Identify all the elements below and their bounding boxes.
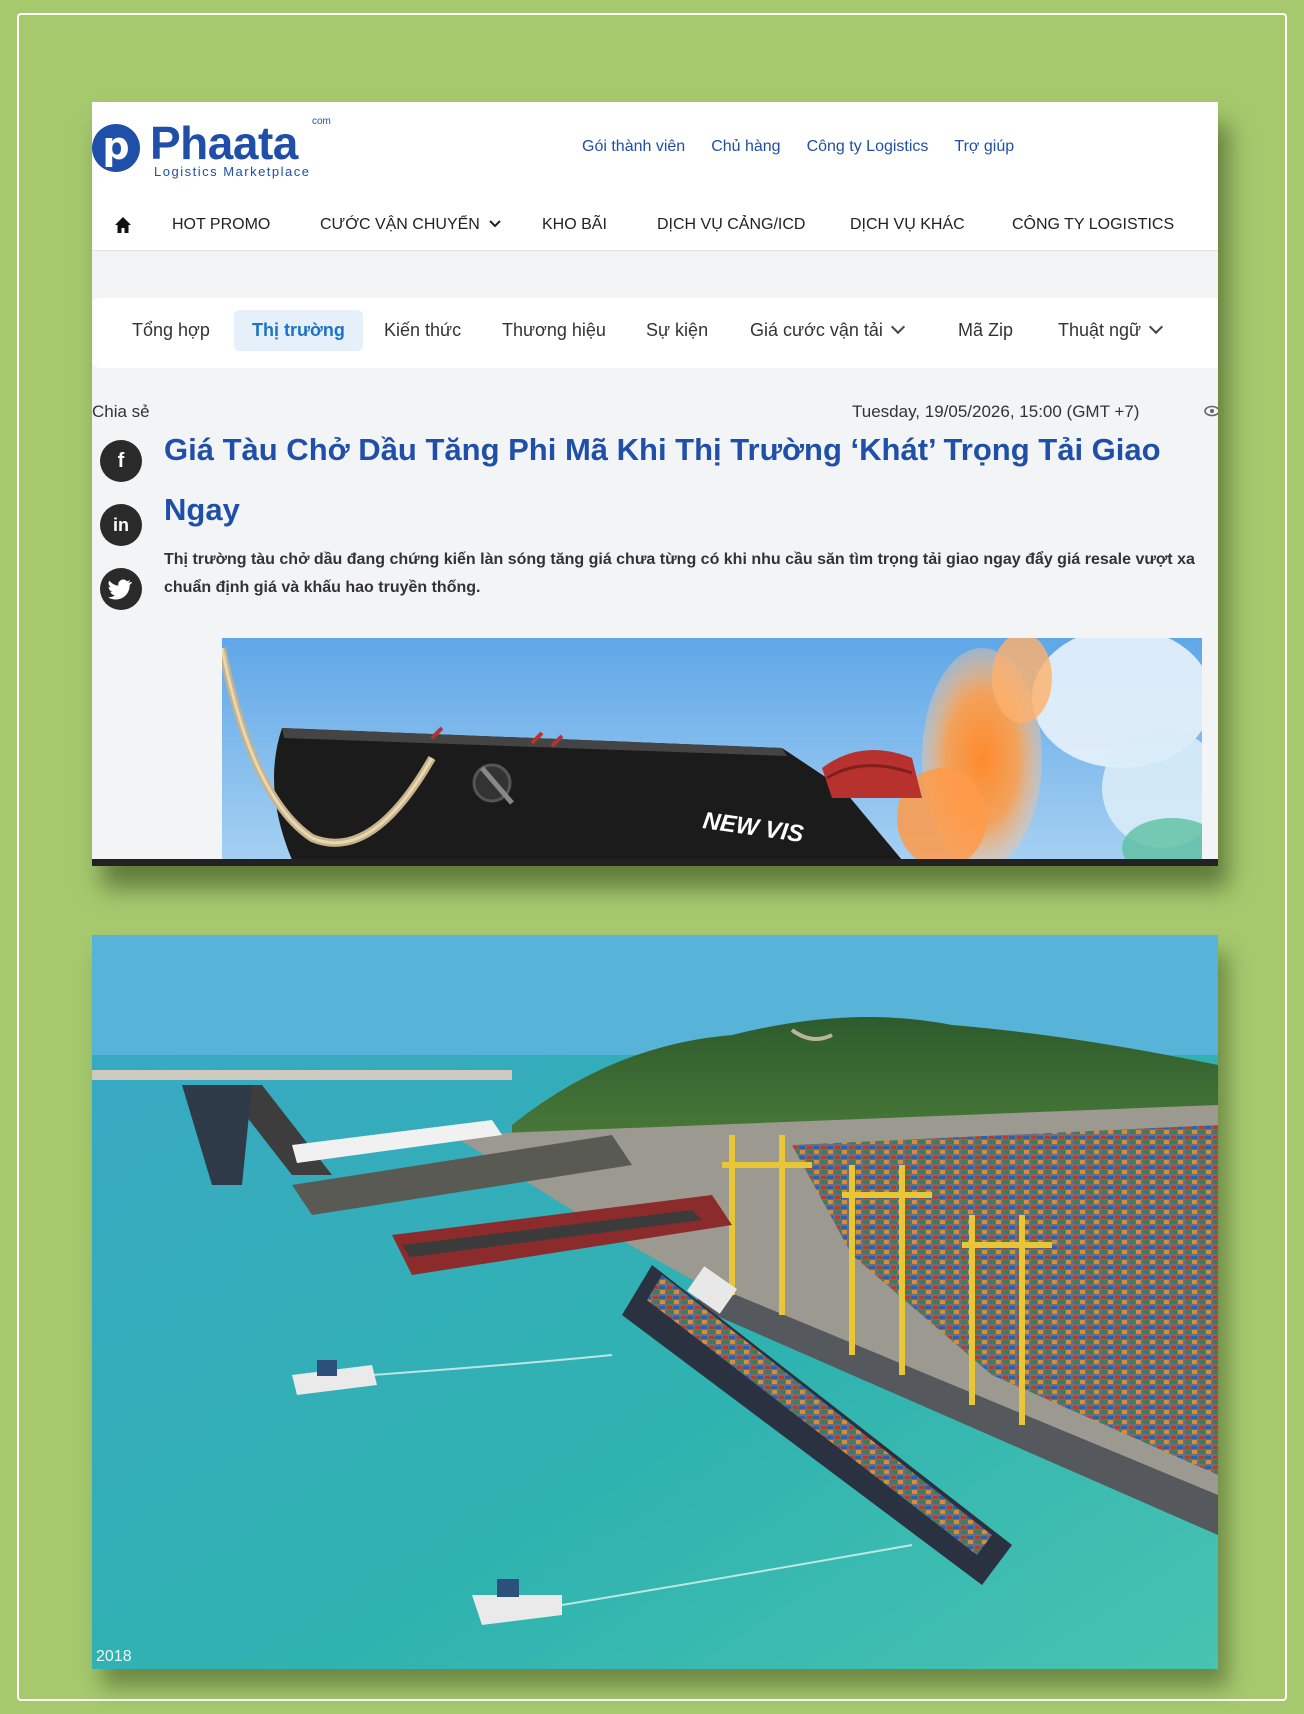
tab-overview[interactable]: Tổng hợp — [132, 320, 210, 341]
publish-date: Tuesday, 19/05/2026, 15:00 (GMT +7) — [852, 402, 1140, 421]
nav-item-port-services[interactable]: DỊCH VỤ CẢNG/ICD — [657, 216, 805, 234]
brand-name: Phaata — [150, 117, 298, 169]
photo-watermark: 2018 — [96, 1648, 132, 1665]
top-link-help[interactable]: Trợ giúp — [954, 138, 1014, 156]
eye-icon — [1204, 405, 1218, 417]
tab-freight-rates-label: Giá cước vận tải — [750, 320, 883, 340]
chevron-down-icon — [1149, 319, 1164, 335]
tab-zip-code[interactable]: Mã Zip — [958, 320, 1013, 341]
brand-logo[interactable]: p Phaata com Logistics Marketplace — [92, 116, 362, 179]
tab-brands[interactable]: Thương hiệu — [502, 320, 606, 341]
chevron-down-icon — [489, 220, 502, 228]
article-hero-image: NEW VIS — [222, 638, 1202, 860]
category-tabs: Tổng hợp Thị trường Kiến thức Thương hiệ… — [92, 298, 1218, 368]
facebook-icon: f — [117, 450, 125, 472]
nav-item-other-services[interactable]: DỊCH VỤ KHÁC — [850, 216, 965, 234]
chevron-down-icon — [890, 319, 905, 335]
share-label: Chia sẻ — [92, 402, 150, 421]
top-link-shipper[interactable]: Chủ hàng — [711, 138, 780, 156]
tab-glossary[interactable]: Thuật ngữ — [1058, 319, 1164, 341]
port-aerial-photo: 2018 — [92, 935, 1218, 1669]
twitter-icon — [108, 579, 133, 600]
nav-item-logistics-companies[interactable]: CÔNG TY LOGISTICS — [1012, 216, 1174, 234]
tab-freight-rates[interactable]: Giá cước vận tải — [750, 319, 905, 341]
article-summary: Thị trường tàu chở dầu đang chứng kiến l… — [164, 551, 1195, 596]
tab-market[interactable]: Thị trường — [234, 310, 363, 351]
article-title: Giá Tàu Chở Dầu Tăng Phi Mã Khi Thị Trườ… — [164, 432, 1161, 527]
main-nav: HOT PROMO CƯỚC VẬN CHUYỂN KHO BÃI DỊCH V… — [92, 212, 1218, 242]
nav-item-shipping-rates-label: CƯỚC VẬN CHUYỂN — [320, 216, 480, 233]
top-link-logistics-company[interactable]: Công ty Logistics — [807, 138, 929, 156]
container-port-illustration: 2018 — [92, 935, 1218, 1669]
tab-knowledge[interactable]: Kiến thức — [384, 320, 461, 341]
top-links: Gói thành viên Chủ hàng Công ty Logistic… — [582, 138, 1014, 156]
tab-events[interactable]: Sự kiện — [646, 320, 708, 341]
top-link-membership[interactable]: Gói thành viên — [582, 138, 685, 156]
home-icon[interactable] — [114, 216, 132, 234]
brand-badge-icon: p — [92, 124, 140, 172]
tanker-ship-illustration: NEW VIS — [222, 638, 1202, 860]
twitter-share-button[interactable] — [100, 568, 142, 610]
brand-domain-suffix: com — [312, 116, 331, 127]
linkedin-share-button[interactable]: in — [100, 504, 142, 546]
nav-item-warehouse[interactable]: KHO BÃI — [542, 216, 607, 234]
facebook-share-button[interactable]: f — [100, 440, 142, 482]
nav-item-hot-promo[interactable]: HOT PROMO — [172, 216, 270, 234]
brand-tagline: Logistics Marketplace — [154, 164, 311, 179]
card-bottom-bar — [92, 859, 1218, 866]
tab-glossary-label: Thuật ngữ — [1058, 320, 1142, 340]
linkedin-icon: in — [113, 515, 129, 535]
website-screenshot-card: p Phaata com Logistics Marketplace Gói t… — [92, 102, 1218, 866]
nav-item-shipping-rates[interactable]: CƯỚC VẬN CHUYỂN — [320, 216, 502, 234]
